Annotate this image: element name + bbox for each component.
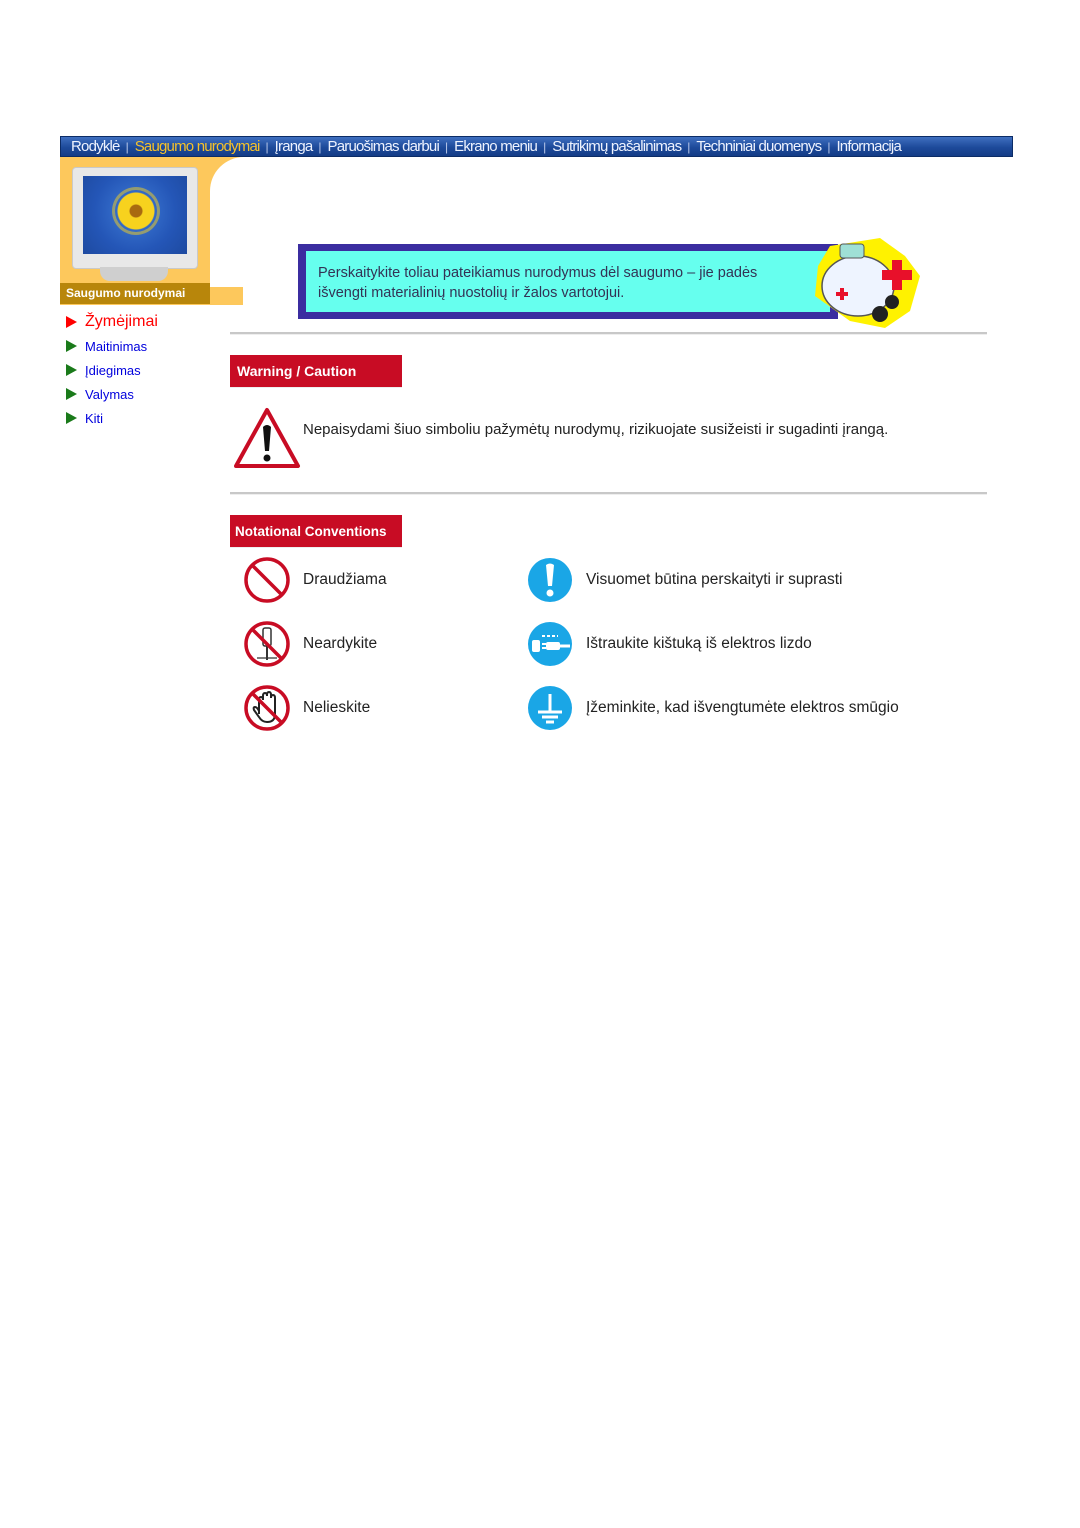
nav-item-ekrano-meniu[interactable]: Ekrano meniu xyxy=(454,138,538,155)
safety-intro-banner: Perskaitykite toliau pateikiamus nurodym… xyxy=(298,244,838,319)
do-not-disassemble-icon xyxy=(244,621,290,667)
do-not-touch-icon xyxy=(244,685,290,731)
monitor-stand xyxy=(100,267,168,281)
banner-text: Perskaitykite toliau pateikiamus nurodym… xyxy=(318,263,757,303)
sidebar-link-label: Valymas xyxy=(85,386,134,402)
convention-item: Ištraukite kištuką iš elektros lizdo xyxy=(526,620,812,668)
arrow-right-icon xyxy=(66,388,77,400)
nav-item-paruosimas-darbui[interactable]: Paruošimas darbui xyxy=(328,138,440,155)
convention-label: Ištraukite kištuką iš elektros lizdo xyxy=(586,635,812,652)
convention-label: Įžeminkite, kad išvengtumėte elektros sm… xyxy=(586,699,899,716)
nav-item-iranga[interactable]: Įranga xyxy=(275,138,314,155)
prohibited-icon xyxy=(244,557,290,603)
nav-item-rodykle[interactable]: Rodyklė xyxy=(71,138,120,155)
convention-item: Įžeminkite, kad išvengtumėte elektros sm… xyxy=(526,684,899,732)
nav-item-techniniai-duomenys[interactable]: Techniniai duomenys xyxy=(696,138,822,155)
convention-label: Neardykite xyxy=(303,635,378,652)
nav-separator: | xyxy=(125,139,129,154)
sidebar-link-label: Kiti xyxy=(85,410,104,426)
monitor-image xyxy=(72,167,198,269)
sidebar-link-maitinimas[interactable]: Maitinimas xyxy=(66,334,158,358)
sidebar-link-label: Maitinimas xyxy=(85,338,148,354)
nav-item-saugumo-nurodymai[interactable]: Saugumo nurodymai xyxy=(135,138,261,155)
arrow-right-icon xyxy=(66,340,77,352)
warning-triangle-icon xyxy=(234,408,300,468)
nav-separator: | xyxy=(445,139,449,154)
nav-item-sutrikimu-pasalinimas[interactable]: Sutrikimų pašalinimas xyxy=(552,138,682,155)
sidebar-links: Žymėjimai Maitinimas Įdiegimas Valymas K… xyxy=(66,310,158,430)
convention-item: Visuomet būtina perskaityti ir suprasti xyxy=(526,556,842,604)
nav-separator: | xyxy=(265,139,269,154)
warning-description: Nepaisydami šiuo simboliu pažymėtų nurod… xyxy=(303,421,889,438)
sidebar-link-zymejimai[interactable]: Žymėjimai xyxy=(66,310,158,334)
sidebar-header-curve xyxy=(210,157,250,287)
convention-item: Draudžiama xyxy=(243,556,387,604)
arrow-right-icon xyxy=(66,364,77,376)
arrow-right-icon xyxy=(66,412,77,424)
banner-line-1: Perskaitykite toliau pateikiamus nurodym… xyxy=(318,265,758,281)
arrow-right-icon xyxy=(66,316,77,328)
notational-conventions-heading: Notational Conventions xyxy=(230,515,402,548)
banner-inner: Perskaitykite toliau pateikiamus nurodym… xyxy=(306,251,830,312)
convention-label: Nelieskite xyxy=(303,699,371,716)
convention-item: Nelieskite xyxy=(243,684,370,732)
sidebar-link-label: Žymėjimai xyxy=(85,313,158,330)
unplug-icon xyxy=(528,622,572,666)
nav-separator: | xyxy=(827,139,831,154)
nav-separator: | xyxy=(687,139,691,154)
sunflower-image xyxy=(115,190,157,232)
banner-line-2: išvengti materialinių nuostolių ir žalos… xyxy=(318,285,625,301)
sidebar-link-kiti[interactable]: Kiti xyxy=(66,406,158,430)
convention-label: Draudžiama xyxy=(303,571,387,588)
convention-item: Neardykite xyxy=(243,620,377,668)
must-read-icon xyxy=(528,558,572,602)
ground-icon xyxy=(528,686,572,730)
monitor-screen xyxy=(83,176,187,254)
divider xyxy=(230,332,987,335)
sidebar-link-idiegimas[interactable]: Įdiegimas xyxy=(66,358,158,382)
convention-label: Visuomet būtina perskaityti ir suprasti xyxy=(586,571,843,588)
nav-separator: | xyxy=(318,139,322,154)
sidebar-link-label: Įdiegimas xyxy=(85,362,141,378)
divider xyxy=(230,492,987,495)
nav-separator: | xyxy=(543,139,547,154)
sidebar-link-valymas[interactable]: Valymas xyxy=(66,382,158,406)
warning-caution-heading: Warning / Caution xyxy=(230,355,402,388)
top-navigation-bar: Rodyklė | Saugumo nurodymai | Įranga | P… xyxy=(60,136,1013,157)
nav-item-informacija[interactable]: Informacija xyxy=(836,138,901,155)
ambulance-mascot-icon xyxy=(815,238,920,328)
sidebar-title: Saugumo nurodymai xyxy=(60,283,210,304)
